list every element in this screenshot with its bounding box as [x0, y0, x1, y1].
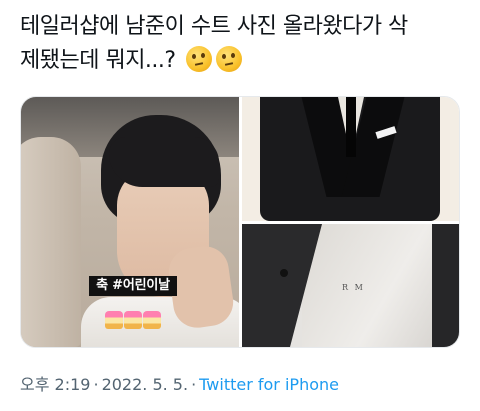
jacket-button: [280, 269, 288, 277]
tweet-meta: 오후 2:19 · 2022. 5. 5. · Twitter for iPhone: [20, 370, 339, 400]
tweet-source-link[interactable]: Twitter for iPhone: [199, 375, 339, 394]
photo-suit-jacket[interactable]: [242, 97, 459, 221]
tweet-date[interactable]: 2022. 5. 5.: [102, 375, 189, 394]
tweet-time[interactable]: 오후 2:19: [20, 375, 90, 394]
tweet-text-line-2-text: 제됐는데 뭐지...?: [20, 48, 183, 73]
birthday-cake-sticker-icon: [105, 311, 161, 329]
meta-separator: ·: [93, 375, 99, 394]
meta-separator: ·: [191, 375, 197, 394]
jacket-lining: [302, 224, 442, 347]
photo-suit-lining[interactable]: R M: [242, 224, 459, 347]
monogram-embroidery: R M: [342, 283, 365, 292]
car-seat: [21, 137, 81, 347]
person-bangs: [109, 137, 219, 187]
tweet-text: 테일러샵에 남준이 수트 사진 올라왔다가 삭 제됐는데 뭐지...?: [20, 10, 470, 78]
thinking-face-icon: [216, 46, 243, 72]
childrens-day-sticker: 축 #어린이날: [89, 276, 177, 296]
jacket-edge: [432, 224, 459, 347]
tweet-text-line-1: 테일러샵에 남준이 수트 사진 올라왔다가 삭: [20, 14, 408, 39]
cake-icon: [105, 311, 123, 329]
photo-selfie[interactable]: 축 #어린이날: [21, 97, 239, 347]
cake-icon: [124, 311, 142, 329]
thinking-face-icon: [186, 46, 213, 72]
cake-icon: [143, 311, 161, 329]
necktie: [346, 97, 356, 157]
tweet-text-line-2: 제됐는데 뭐지...?: [20, 44, 470, 78]
media-grid: 축 #어린이날 R M: [20, 96, 460, 348]
